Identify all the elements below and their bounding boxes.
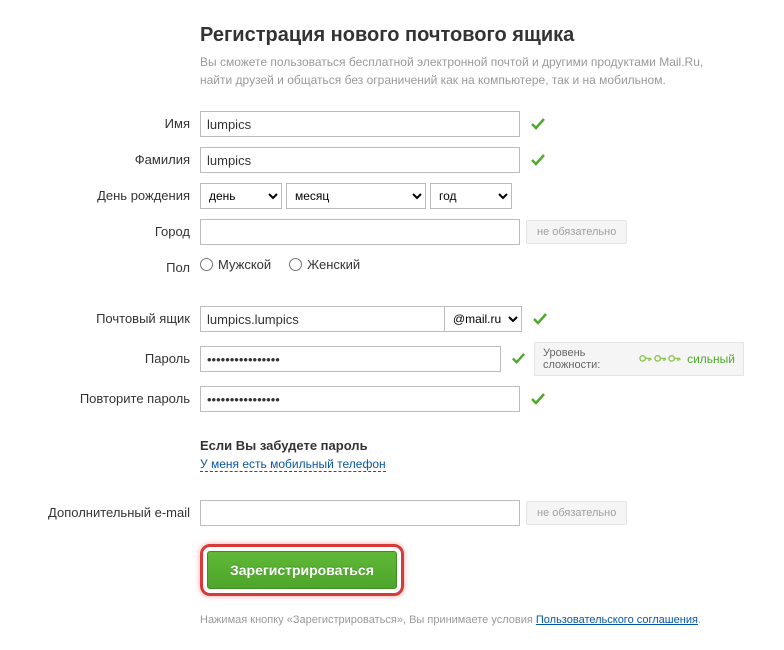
submit-button[interactable]: Зарегистрироваться: [207, 551, 397, 589]
check-icon: [530, 116, 546, 132]
forgot-header: Если Вы забудете пароль: [200, 438, 744, 453]
password-repeat-label: Повторите пароль: [40, 387, 190, 411]
gender-female-label: Женский: [307, 257, 360, 272]
password-label: Пароль: [40, 347, 190, 371]
optional-hint: не обязательно: [526, 220, 627, 244]
gender-male-option[interactable]: Мужской: [200, 257, 271, 272]
extra-email-label: Дополнительный e-mail: [40, 501, 190, 525]
submit-highlight: Зарегистрироваться: [200, 544, 404, 596]
optional-hint: не обязательно: [526, 501, 627, 525]
key-icon: [639, 352, 652, 366]
firstname-input[interactable]: [200, 111, 520, 137]
page-subtitle: Вы сможете пользоваться бесплатной элект…: [200, 53, 720, 89]
footer-text: Нажимая кнопку «Зарегистрироваться», Вы …: [200, 614, 744, 626]
birthday-day-select[interactable]: день: [200, 183, 282, 209]
city-label: Город: [40, 220, 190, 244]
password-strength: Уровень сложности: сильный: [534, 342, 744, 376]
mailbox-input[interactable]: [200, 306, 444, 332]
mobile-link[interactable]: У меня есть мобильный телефон: [200, 457, 386, 472]
key-icon: [668, 352, 681, 366]
extra-email-input[interactable]: [200, 500, 520, 526]
city-input[interactable]: [200, 219, 520, 245]
page-title: Регистрация нового почтового ящика: [200, 24, 744, 47]
gender-label: Пол: [40, 256, 190, 280]
firstname-label: Имя: [40, 112, 190, 136]
check-icon: [530, 391, 546, 407]
gender-male-radio[interactable]: [200, 258, 213, 271]
birthday-label: День рождения: [40, 184, 190, 208]
gender-female-option[interactable]: Женский: [289, 257, 360, 272]
gender-female-radio[interactable]: [289, 258, 302, 271]
birthday-month-select[interactable]: месяц: [286, 183, 426, 209]
check-icon: [511, 351, 526, 367]
mailbox-label: Почтовый ящик: [40, 307, 190, 331]
lastname-input[interactable]: [200, 147, 520, 173]
key-icon: [654, 352, 667, 366]
check-icon: [530, 152, 546, 168]
password-repeat-input[interactable]: [200, 386, 520, 412]
agreement-link[interactable]: Пользовательского соглашения: [536, 614, 698, 626]
strength-label: Уровень сложности:: [543, 347, 637, 371]
check-icon: [532, 311, 548, 327]
password-input[interactable]: [200, 346, 501, 372]
birthday-year-select[interactable]: год: [430, 183, 512, 209]
domain-select[interactable]: @mail.ru: [444, 306, 522, 332]
gender-male-label: Мужской: [218, 257, 271, 272]
lastname-label: Фамилия: [40, 148, 190, 172]
strength-value: сильный: [687, 352, 735, 366]
